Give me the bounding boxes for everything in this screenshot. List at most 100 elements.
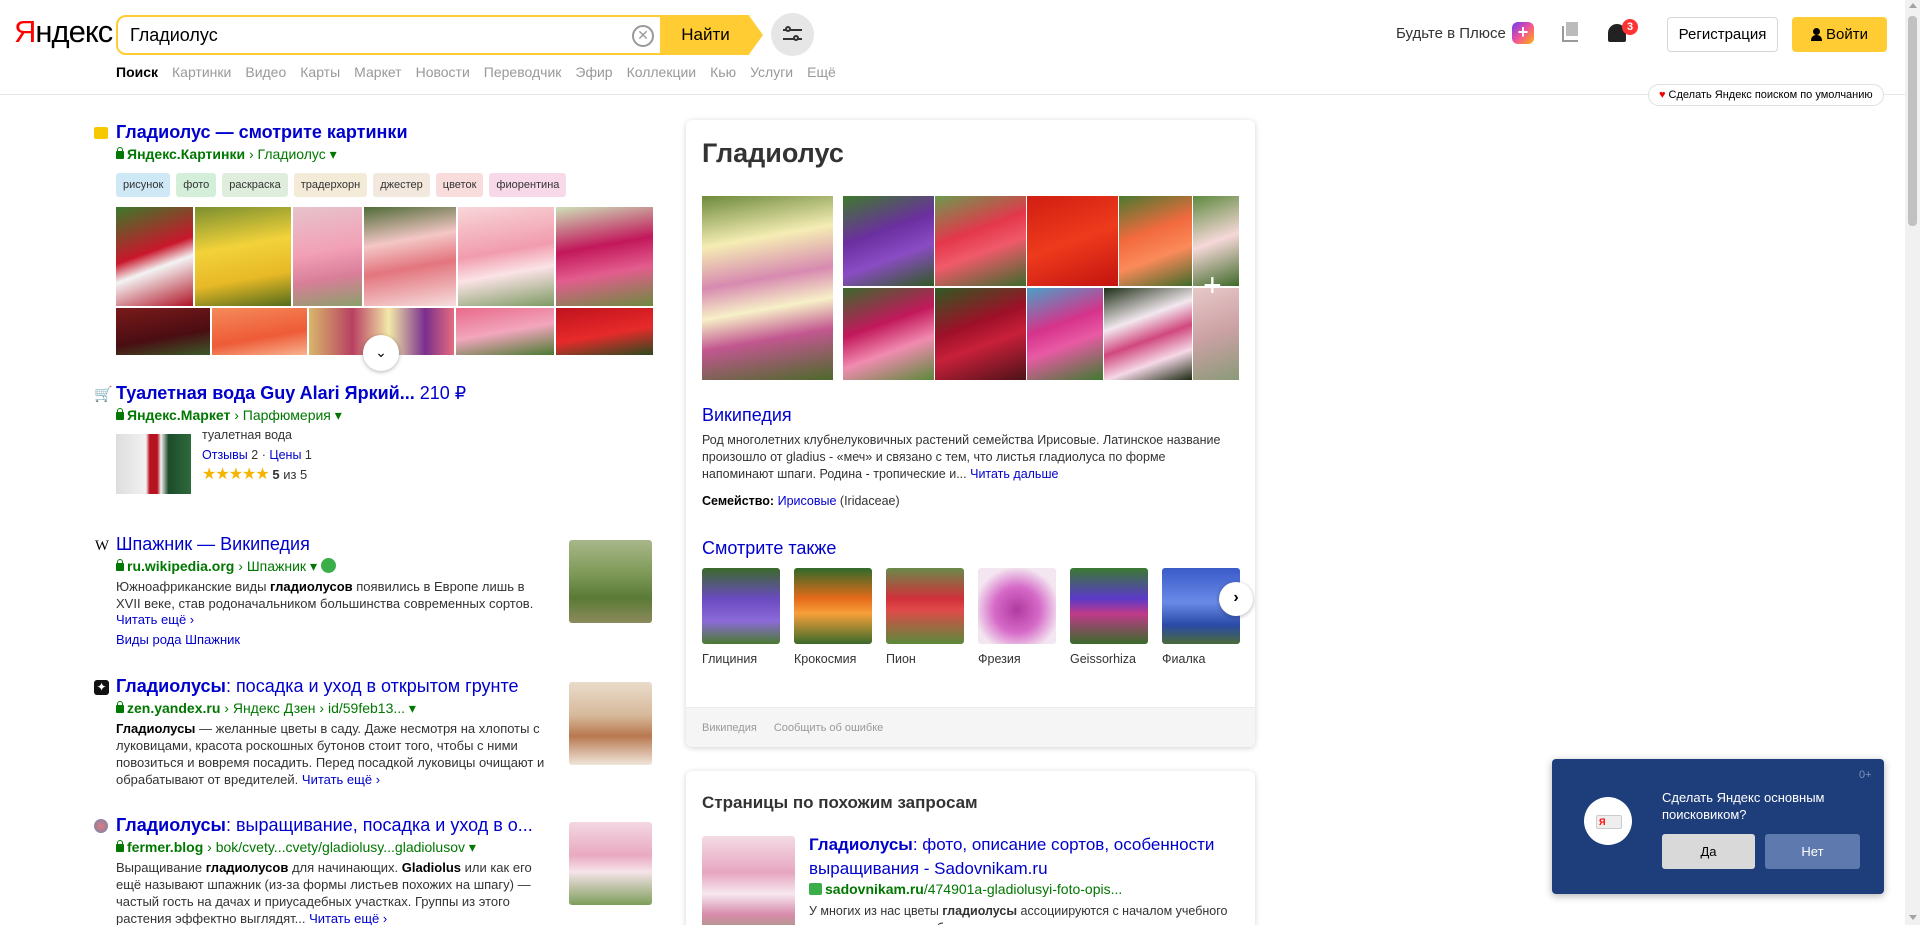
page-scrollbar[interactable]	[1905, 0, 1920, 925]
see-also-item[interactable]: Geissorhiza	[1070, 568, 1148, 666]
see-also-title[interactable]: Смотрите также	[702, 538, 836, 559]
image-tile[interactable]	[458, 207, 554, 306]
gallery-image[interactable]	[1119, 196, 1192, 286]
result-title[interactable]: Гладиолусы: посадка и уход в открытом гр…	[116, 676, 548, 697]
search-button[interactable]: Найти	[660, 15, 763, 55]
popup-yes-button[interactable]: Да	[1662, 834, 1755, 869]
gallery-image[interactable]	[843, 196, 934, 286]
product-image[interactable]	[116, 434, 191, 494]
image-tile[interactable]	[556, 207, 653, 306]
image-tile[interactable]	[556, 308, 653, 355]
result-url[interactable]: fermer.blog › bok/cvety...cvety/gladiolu…	[116, 839, 548, 856]
related-item-url[interactable]: sadovnikam.ru/474901a-gladiolusyi-foto-o…	[809, 881, 1122, 897]
tab-images[interactable]: Картинки	[172, 64, 231, 80]
carousel-next-button[interactable]: ›	[1219, 582, 1253, 616]
image-tile[interactable]	[116, 308, 210, 355]
tag[interactable]: фиорентина	[489, 173, 567, 197]
popup-no-button[interactable]: Нет	[1765, 834, 1860, 869]
result-images: Гладиолус — смотрите картинки Яндекс.Кар…	[94, 122, 653, 371]
gallery-image[interactable]	[935, 196, 1026, 286]
prices-link[interactable]: Цены	[269, 448, 301, 462]
scroll-down-arrow-icon[interactable]	[1909, 915, 1917, 920]
plus-icon[interactable]: +	[1512, 22, 1534, 44]
result-title[interactable]: Гладиолус — смотрите картинки	[116, 122, 653, 143]
see-also-item[interactable]: Пион	[886, 568, 964, 666]
result-thumbnail[interactable]	[569, 822, 652, 905]
related-pages-panel: Страницы по похожим запросам Гладиолусы:…	[686, 771, 1255, 925]
related-item-title[interactable]: Гладиолусы: фото, описание сортов, особе…	[809, 833, 1229, 881]
related-thumbnail[interactable]	[702, 836, 795, 925]
reviews-link[interactable]: Отзывы	[202, 448, 248, 462]
see-also-image	[978, 568, 1056, 644]
filter-settings-button[interactable]	[771, 13, 814, 56]
tab-efir[interactable]: Эфир	[575, 64, 612, 80]
result-title[interactable]: Шпажник — Википедия	[116, 534, 548, 555]
image-tile[interactable]	[456, 308, 554, 355]
browser-logo-icon: Я	[1584, 797, 1632, 845]
read-more-link[interactable]: Читать ещё ›	[302, 772, 380, 787]
tab-market[interactable]: Маркет	[354, 64, 401, 80]
tab-video[interactable]: Видео	[245, 64, 286, 80]
panel-wiki-title[interactable]: Википедия	[702, 405, 792, 426]
chevron-right-icon: ›	[1233, 589, 1239, 606]
register-button[interactable]: Регистрация	[1667, 17, 1778, 52]
clear-icon[interactable]: ✕	[632, 25, 654, 47]
logo-letter: Я	[14, 14, 36, 49]
report-error-link[interactable]: Сообщить об ошибке	[774, 722, 883, 734]
tab-translator[interactable]: Переводчик	[484, 64, 562, 80]
result-url[interactable]: zen.yandex.ru › Яндекс Дзен › id/59feb13…	[116, 700, 548, 717]
image-tile[interactable]	[212, 308, 307, 355]
expand-images-button[interactable]: ⌄	[363, 335, 399, 371]
result-title[interactable]: Гладиолусы: выращивание, посадка и уход …	[116, 815, 548, 836]
yandex-logo[interactable]: Яндекс	[14, 14, 113, 50]
site-favicon	[809, 883, 822, 895]
gallery-image[interactable]	[1104, 288, 1192, 380]
result-thumbnail[interactable]	[569, 682, 652, 765]
gallery-image[interactable]	[1027, 196, 1118, 286]
gallery-image[interactable]	[843, 288, 934, 380]
collections-icon[interactable]	[1562, 22, 1578, 42]
tab-collections[interactable]: Коллекции	[627, 64, 697, 80]
tab-search[interactable]: Поиск	[116, 64, 158, 80]
result-thumbnail[interactable]	[569, 540, 652, 623]
login-button[interactable]: Войти	[1792, 17, 1887, 52]
gallery-image[interactable]	[935, 288, 1026, 380]
image-tile[interactable]	[116, 207, 193, 306]
result-url[interactable]: Яндекс.Картинки › Гладиолус ▾	[116, 146, 653, 163]
make-default-link[interactable]: ♥ Сделать Яндекс поиском по умолчанию	[1648, 84, 1884, 106]
image-tile[interactable]	[195, 207, 291, 306]
crosshair-cursor-icon: +	[1203, 267, 1222, 303]
tab-q[interactable]: Кью	[710, 64, 736, 80]
result-title[interactable]: Туалетная вода Guy Alari Яркий... 210 ₽	[116, 383, 466, 404]
tab-services[interactable]: Услуги	[750, 64, 793, 80]
image-tile[interactable]	[364, 207, 456, 306]
see-also-label: Фрезия	[978, 652, 1021, 666]
result-url[interactable]: ru.wikipedia.org › Шпажник ▾	[116, 558, 548, 575]
plus-link[interactable]: Будьте в Плюсе	[1396, 25, 1506, 42]
tag[interactable]: традерхорн	[293, 173, 368, 197]
see-also-item[interactable]: Глициния	[702, 568, 780, 666]
gallery-image[interactable]	[702, 196, 833, 380]
sitelink[interactable]: Виды рода Шпажник	[116, 632, 548, 647]
tag[interactable]: фото	[176, 173, 217, 197]
tab-more[interactable]: Ещё	[807, 64, 836, 80]
see-also-item[interactable]: Фрезия	[978, 568, 1056, 666]
tag[interactable]: рисунок	[116, 173, 171, 197]
image-tile[interactable]	[293, 207, 362, 306]
result-url[interactable]: Яндекс.Маркет › Парфюмерия ▾	[116, 407, 466, 424]
scroll-thumb[interactable]	[1908, 16, 1917, 226]
tag[interactable]: джестер	[373, 173, 430, 197]
footer-source-link[interactable]: Википедия	[702, 722, 757, 734]
tab-news[interactable]: Новости	[416, 64, 470, 80]
search-input[interactable]	[118, 17, 648, 53]
gallery-image[interactable]	[1027, 288, 1103, 380]
tag[interactable]: раскраска	[222, 173, 288, 197]
tag[interactable]: цветок	[435, 173, 484, 197]
family-link[interactable]: Ирисовые	[778, 494, 837, 508]
read-further-link[interactable]: Читать дальше	[970, 467, 1058, 481]
scroll-up-arrow-icon[interactable]	[1909, 3, 1917, 8]
read-more-link[interactable]: Читать ещё ›	[309, 911, 387, 925]
tab-maps[interactable]: Карты	[300, 64, 340, 80]
see-also-item[interactable]: Крокосмия	[794, 568, 872, 666]
read-more-link[interactable]: Читать ещё ›	[116, 612, 548, 627]
